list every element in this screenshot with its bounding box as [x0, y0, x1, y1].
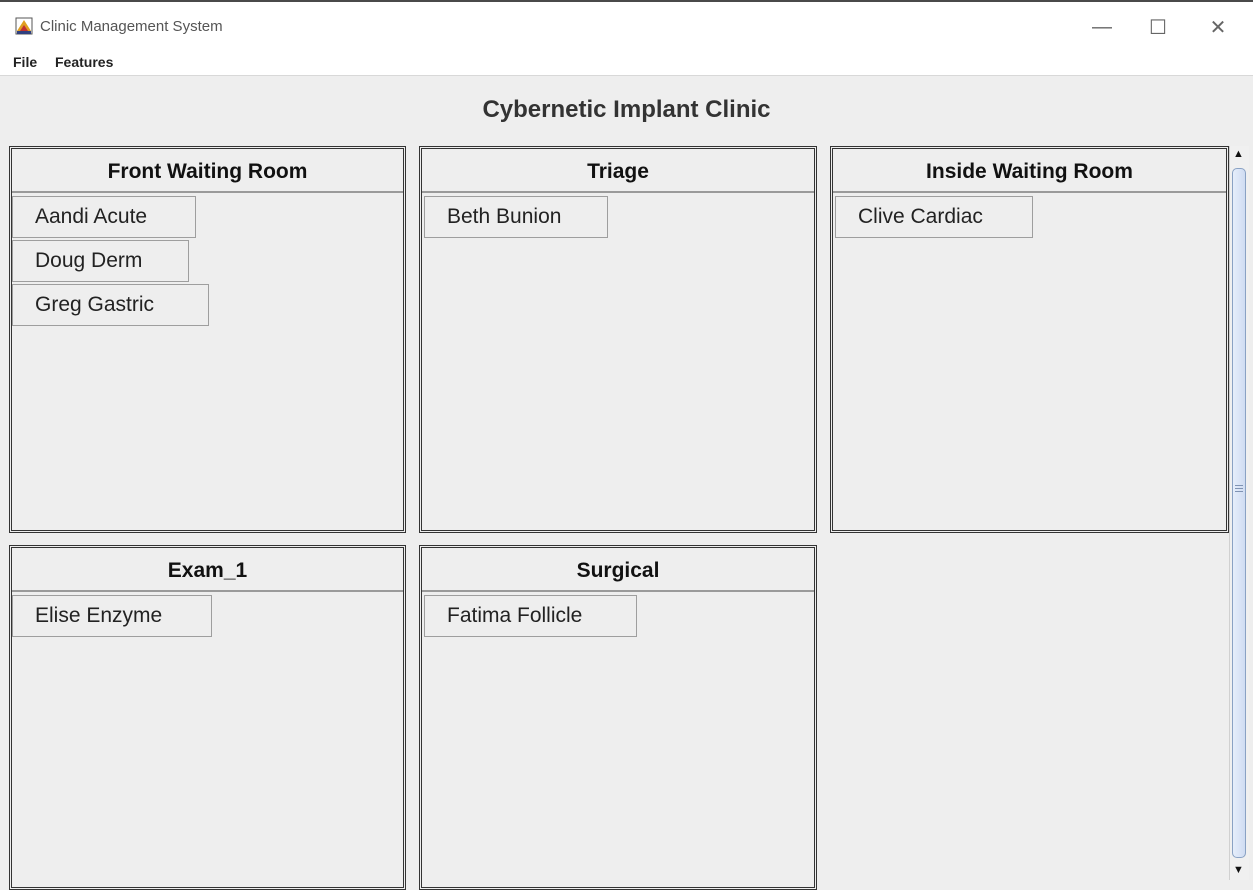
menu-file[interactable]: File [13, 53, 37, 71]
scrollbar-thumb[interactable] [1232, 168, 1246, 858]
window-titlebar: Clinic Management System — ☐ ✕ [0, 0, 1253, 53]
room-exam-1: Exam_1 Elise Enzyme [9, 545, 406, 890]
room-inside-waiting-room: Inside Waiting Room Clive Cardiac [830, 146, 1229, 533]
patient-button[interactable]: Fatima Follicle [424, 595, 637, 637]
patient-button[interactable]: Beth Bunion [424, 196, 608, 238]
room-header: Inside Waiting Room [833, 149, 1226, 193]
room-header: Front Waiting Room [12, 149, 403, 193]
menu-bar: File Features [0, 53, 1253, 76]
scrollbar-grip-line [1235, 491, 1243, 492]
minimize-button[interactable]: — [1079, 10, 1125, 44]
room-header: Exam_1 [12, 548, 403, 592]
room-surgical: Surgical Fatima Follicle [419, 545, 817, 890]
scroll-down-arrow-icon[interactable]: ▼ [1233, 864, 1244, 876]
close-button[interactable]: ✕ [1195, 10, 1241, 44]
maximize-button[interactable]: ☐ [1135, 10, 1181, 44]
room-header: Surgical [422, 548, 814, 592]
patient-button[interactable]: Clive Cardiac [835, 196, 1033, 238]
scrollbar-grip-line [1235, 485, 1243, 486]
patient-button[interactable]: Aandi Acute [12, 196, 196, 238]
patient-button[interactable]: Doug Derm [12, 240, 189, 282]
window-title: Clinic Management System [40, 18, 223, 35]
java-app-icon [15, 17, 33, 35]
scrollbar-grip-line [1235, 488, 1243, 489]
room-triage: Triage Beth Bunion [419, 146, 817, 533]
menu-features[interactable]: Features [55, 53, 113, 71]
patient-button[interactable]: Elise Enzyme [12, 595, 212, 637]
window-top-border [0, 0, 1253, 2]
clinic-title: Cybernetic Implant Clinic [482, 96, 771, 123]
room-header: Triage [422, 149, 814, 193]
room-front-waiting-room: Front Waiting Room Aandi Acute Doug Derm… [9, 146, 406, 533]
scroll-up-arrow-icon[interactable]: ▲ [1233, 148, 1244, 160]
patient-button[interactable]: Greg Gastric [12, 284, 209, 326]
